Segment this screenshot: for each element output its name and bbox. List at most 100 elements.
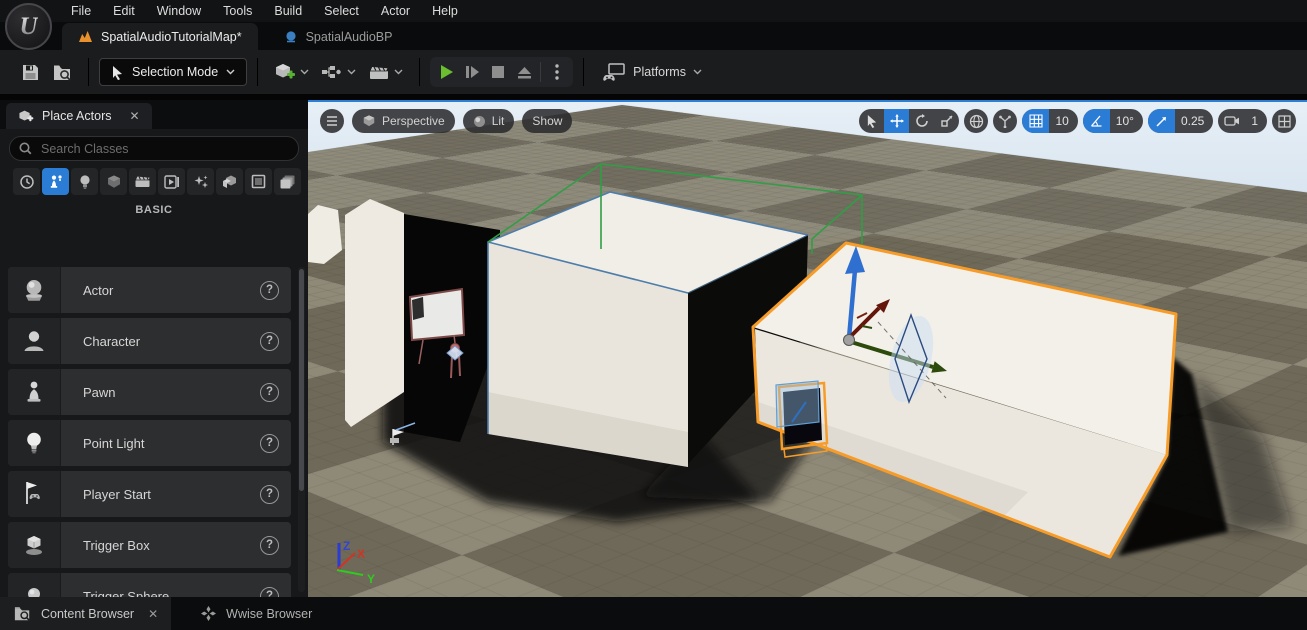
rotation-snap-control[interactable]: 10° [1083, 109, 1143, 133]
play-icon [439, 64, 454, 80]
menu-file[interactable]: File [60, 4, 102, 18]
platforms-label: Platforms [633, 65, 686, 79]
media-play-icon [164, 175, 180, 189]
hamburger-icon [326, 116, 338, 126]
eject-button[interactable] [511, 59, 537, 85]
scale-snap-control[interactable]: 0.25 [1148, 109, 1213, 133]
category-basic-button[interactable] [42, 168, 69, 195]
content-browser-tab[interactable]: Content Browser ✕ [0, 597, 171, 630]
selection-mode-dropdown[interactable]: Selection Mode [99, 58, 247, 86]
menu-actor[interactable]: Actor [370, 4, 421, 18]
actor-list: Actor ? Character ? Pawn [8, 267, 291, 597]
search-box[interactable] [9, 136, 299, 161]
menu-build[interactable]: Build [263, 4, 313, 18]
grid-snap-control[interactable]: 10 [1022, 109, 1077, 133]
cursor-icon [866, 114, 878, 128]
viewport-menu-button[interactable] [320, 109, 344, 133]
browse-content-button[interactable] [46, 57, 78, 87]
search-icon [19, 142, 32, 155]
category-geometry-button[interactable] [216, 168, 243, 195]
category-shapes-button[interactable] [100, 168, 127, 195]
blueprints-dropdown[interactable] [315, 57, 362, 87]
maximize-viewport-button[interactable] [1272, 109, 1296, 133]
help-icon[interactable]: ? [260, 281, 279, 300]
category-ui-button[interactable] [245, 168, 272, 195]
tab-blueprint[interactable]: SpatialAudioBP [268, 23, 409, 50]
menu-help[interactable]: Help [421, 4, 469, 18]
category-lights-button[interactable] [71, 168, 98, 195]
move-icon [890, 114, 904, 128]
help-icon[interactable]: ? [260, 536, 279, 555]
play-button[interactable] [433, 59, 459, 85]
lit-sphere-icon [473, 115, 486, 128]
list-item-label: Point Light [61, 436, 260, 451]
stop-icon [492, 66, 504, 78]
category-volumes-button[interactable] [274, 168, 301, 195]
perspective-label: Perspective [382, 114, 445, 128]
surface-snapping-button[interactable] [993, 109, 1017, 133]
help-icon[interactable]: ? [260, 383, 279, 402]
list-item-trigger-sphere[interactable]: Trigger Sphere ? [8, 573, 291, 597]
list-item-player-start[interactable]: Player Start ? [8, 471, 291, 517]
category-recent-button[interactable] [13, 168, 40, 195]
wwise-browser-label: Wwise Browser [226, 607, 312, 621]
platforms-icon [602, 63, 626, 82]
chevron-down-icon [347, 69, 356, 75]
place-actors-title: Place Actors [42, 109, 111, 123]
stop-button[interactable] [485, 59, 511, 85]
scale-tool-button[interactable] [934, 109, 959, 133]
place-actors-tab[interactable]: Place Actors ✕ [6, 103, 152, 129]
cinematics-dropdown[interactable] [362, 57, 409, 87]
help-icon[interactable]: ? [260, 485, 279, 504]
move-tool-button[interactable] [884, 109, 909, 133]
category-vfx-button[interactable] [187, 168, 214, 195]
section-basic-label: BASIC [0, 204, 308, 216]
snap-axes-icon [998, 114, 1012, 128]
tab-level-map[interactable]: SpatialAudioTutorialMap* [62, 23, 258, 50]
category-cinematic-button[interactable] [129, 168, 156, 195]
list-item-label: Trigger Sphere [61, 589, 260, 598]
menu-window[interactable]: Window [146, 4, 212, 18]
help-icon[interactable]: ? [260, 434, 279, 453]
panel-scrollbar[interactable] [298, 267, 305, 592]
viewport[interactable]: ZXY Perspective Lit Show [308, 100, 1307, 597]
wwise-browser-tab[interactable]: Wwise Browser [187, 597, 325, 630]
scrollbar-thumb[interactable] [299, 269, 304, 491]
show-dropdown[interactable]: Show [522, 109, 572, 133]
camera-speed-control[interactable]: 1 [1218, 109, 1267, 133]
frame-skip-button[interactable] [459, 59, 485, 85]
wwise-icon [200, 605, 217, 622]
menu-tools[interactable]: Tools [212, 4, 263, 18]
grid-snap-icon [1022, 109, 1049, 133]
search-input[interactable] [39, 141, 289, 157]
menu-select[interactable]: Select [313, 4, 370, 18]
list-item-actor[interactable]: Actor ? [8, 267, 291, 313]
viewport-right-controls: 10 10° 0.25 [859, 109, 1296, 133]
camera-speed-value: 1 [1245, 114, 1267, 128]
platforms-dropdown[interactable]: Platforms [594, 63, 710, 82]
camera-speed-icon [1218, 115, 1245, 127]
world-coordinate-button[interactable] [964, 109, 988, 133]
close-icon[interactable]: ✕ [129, 109, 139, 123]
chevron-down-icon [300, 69, 309, 75]
light-bulb-icon [78, 174, 92, 190]
play-options-button[interactable] [544, 59, 570, 85]
save-button[interactable] [14, 57, 46, 87]
list-item-trigger-box[interactable]: Trigger Box ? [8, 522, 291, 568]
list-item-character[interactable]: Character ? [8, 318, 291, 364]
select-tool-button[interactable] [859, 109, 884, 133]
menu-edit[interactable]: Edit [102, 4, 146, 18]
category-media-button[interactable] [158, 168, 185, 195]
close-icon[interactable]: ✕ [148, 607, 158, 621]
rotate-tool-button[interactable] [909, 109, 934, 133]
perspective-dropdown[interactable]: Perspective [352, 109, 455, 133]
help-icon[interactable]: ? [260, 587, 279, 598]
help-icon[interactable]: ? [260, 332, 279, 351]
lit-label: Lit [492, 114, 505, 128]
lit-dropdown[interactable]: Lit [463, 109, 515, 133]
add-actor-dropdown[interactable] [268, 57, 315, 87]
tab-level-map-label: SpatialAudioTutorialMap* [101, 30, 242, 44]
list-item-point-light[interactable]: Point Light ? [8, 420, 291, 466]
list-item-pawn[interactable]: Pawn ? [8, 369, 291, 415]
viewport-canvas[interactable]: ZXY [308, 102, 1307, 597]
